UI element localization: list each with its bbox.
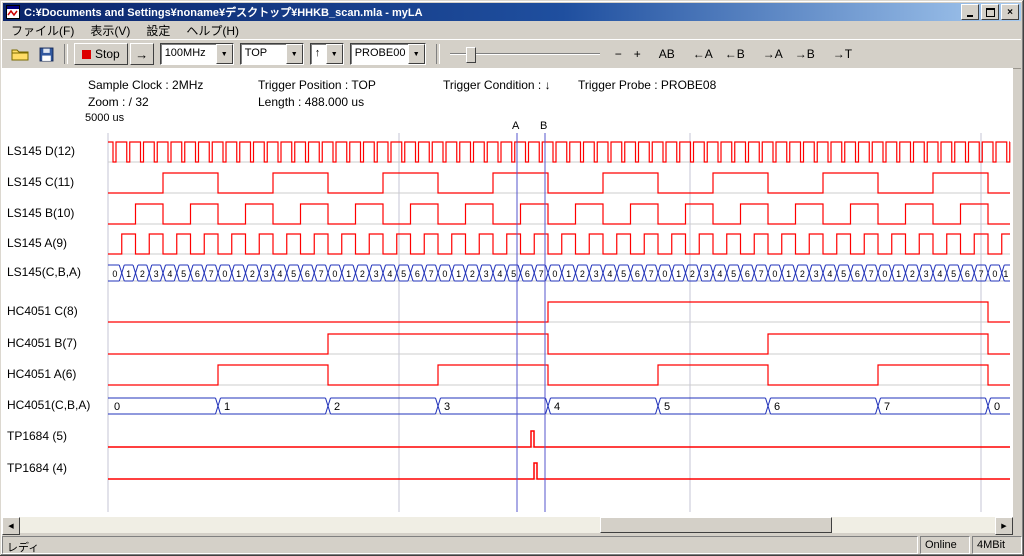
app-icon (6, 5, 20, 19)
trigger-position-text: Trigger Position : TOP (258, 78, 376, 92)
menu-file[interactable]: ファイル(F) (3, 21, 82, 40)
probe-combo[interactable]: PROBE00 ▼ (350, 43, 426, 65)
minimize-icon (967, 15, 973, 17)
app-window: C:¥Documents and Settings¥noname¥デスクトップ¥… (0, 0, 1024, 556)
slider-handle[interactable] (466, 47, 476, 63)
cursor-b-label[interactable]: B (540, 120, 547, 132)
horizontal-scrollbar[interactable]: ◀ ▶ (2, 517, 1013, 533)
minimize-button[interactable] (961, 4, 979, 20)
run-button[interactable]: → (130, 43, 154, 65)
chevron-down-icon[interactable]: ▼ (408, 44, 425, 64)
stop-button[interactable]: Stop (74, 43, 128, 65)
stop-icon (82, 50, 91, 59)
clock-rate-value: 100MHz (161, 44, 216, 64)
close-button[interactable]: × (1001, 4, 1019, 20)
scroll-left-icon: ◀ (8, 522, 13, 530)
zoom-slider[interactable] (450, 44, 600, 64)
waveform-area[interactable] (2, 68, 1013, 517)
probe-value: PROBE00 (351, 44, 408, 64)
toolbar-separator (436, 44, 440, 64)
trigger-position-combo[interactable]: TOP ▼ (240, 43, 304, 65)
scroll-left-button[interactable]: ◀ (2, 517, 20, 535)
chevron-down-icon[interactable]: ▼ (286, 44, 303, 64)
run-arrow-icon: → (135, 47, 148, 62)
menubar: ファイル(F) 表示(V) 設定 ヘルプ(H) (3, 21, 1021, 39)
menu-settings[interactable]: 設定 (138, 21, 178, 40)
trigger-edge-combo[interactable]: ↑ ▼ (310, 43, 344, 65)
maximize-button[interactable] (981, 4, 999, 20)
statusbar: レディ Online 4MBit (2, 536, 1022, 554)
goto-trigger-button[interactable]: →T (828, 45, 857, 63)
floppy-icon (39, 47, 54, 62)
open-button[interactable] (8, 43, 32, 65)
scrollbar-track[interactable] (20, 517, 995, 533)
status-online: Online (920, 536, 970, 554)
goto-a-left-button[interactable]: ←A (688, 45, 718, 63)
ab-button[interactable]: AB (654, 45, 680, 63)
menu-help[interactable]: ヘルプ(H) (178, 21, 247, 40)
menu-view[interactable]: 表示(V) (82, 21, 138, 40)
close-icon: × (1007, 7, 1013, 18)
open-folder-icon (11, 47, 29, 61)
scroll-right-button[interactable]: ▶ (995, 517, 1013, 535)
time-scale-label: 5000 us (85, 112, 124, 124)
zoom-in-button[interactable]: + (629, 45, 646, 63)
scrollbar-thumb[interactable] (600, 517, 832, 533)
status-memory: 4MBit (972, 536, 1022, 554)
trigger-condition-text: Trigger Condition : ↓ (443, 78, 551, 92)
stop-label: Stop (95, 47, 120, 61)
chevron-down-icon[interactable]: ▼ (216, 44, 233, 64)
status-message: レディ (2, 536, 918, 554)
chevron-down-icon[interactable]: ▼ (326, 44, 343, 64)
goto-a-right-button[interactable]: →A (758, 45, 788, 63)
maximize-icon (986, 8, 995, 17)
trigger-position-value: TOP (241, 44, 286, 64)
save-button[interactable] (34, 43, 58, 65)
goto-b-left-button[interactable]: ←B (720, 45, 750, 63)
window-title: C:¥Documents and Settings¥noname¥デスクトップ¥… (20, 4, 959, 20)
trigger-edge-value: ↑ (311, 44, 326, 64)
cursor-a-label[interactable]: A (512, 120, 519, 132)
titlebar: C:¥Documents and Settings¥noname¥デスクトップ¥… (3, 3, 1021, 21)
zoom-text: Zoom : / 32 (88, 95, 149, 109)
sample-clock-text: Sample Clock : 2MHz (88, 78, 203, 92)
goto-b-right-button[interactable]: →B (790, 45, 820, 63)
toolbar-separator (64, 44, 68, 64)
scroll-right-icon: ▶ (1001, 522, 1006, 530)
clock-rate-combo[interactable]: 100MHz ▼ (160, 43, 234, 65)
length-text: Length : 488.000 us (258, 95, 364, 109)
toolbar: Stop → 100MHz ▼ TOP ▼ ↑ ▼ PROBE00 ▼ − + … (3, 39, 1021, 69)
trigger-probe-text: Trigger Probe : PROBE08 (578, 78, 716, 92)
zoom-out-button[interactable]: − (610, 45, 627, 63)
